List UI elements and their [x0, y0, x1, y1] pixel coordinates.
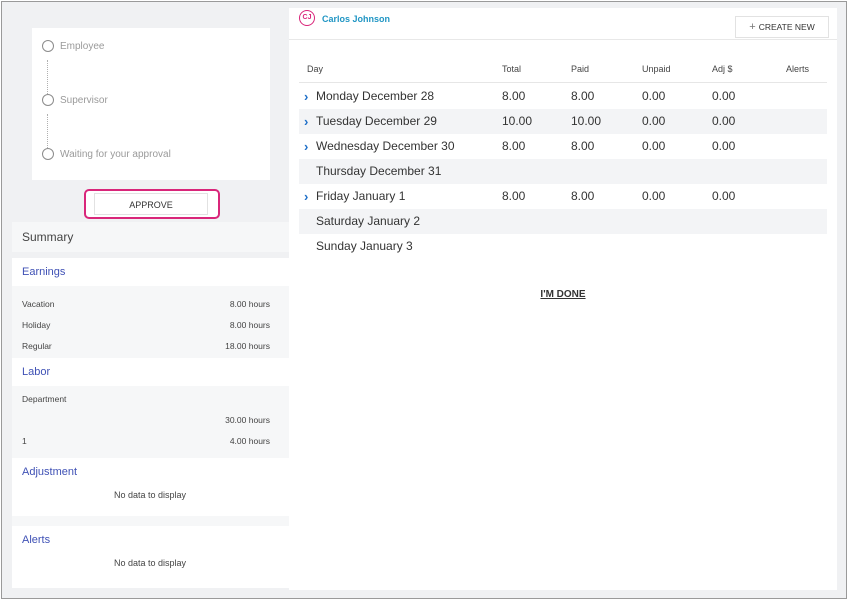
row-label: 1: [22, 436, 27, 446]
approve-highlight: APPROVE: [84, 189, 220, 219]
unpaid-cell: 0.00: [642, 89, 666, 103]
paid-cell: 8.00: [571, 189, 595, 203]
alerts-heading: Alerts: [12, 526, 290, 554]
table-row[interactable]: › Wednesday December 30 8.00 8.00 0.00 0.00: [299, 134, 827, 159]
row-value: 8.00 hours: [229, 320, 270, 330]
total-cell: 8.00: [502, 89, 526, 103]
unpaid-cell: 0.00: [642, 139, 666, 153]
row-value: 18.00 hours: [225, 341, 270, 351]
column-header-total[interactable]: Total: [502, 56, 521, 82]
column-header-day[interactable]: Day: [307, 56, 323, 82]
row-value: 30.00 hours: [225, 415, 270, 425]
plus-icon: +: [749, 21, 756, 33]
step-connector: [47, 60, 48, 98]
header-divider: [299, 82, 827, 83]
expand-chevron-icon[interactable]: ›: [304, 109, 308, 134]
timesheet-header: CJ Carlos Johnson + CREATE NEW: [289, 8, 837, 40]
day-cell: Thursday December 31: [316, 164, 442, 178]
adj-cell: 0.00: [712, 114, 736, 128]
step-connector: [47, 114, 48, 152]
create-new-label: CREATE NEW: [758, 22, 815, 32]
day-cell: Friday January 1: [316, 189, 406, 203]
summary-row: 1 4.00 hours: [12, 431, 290, 451]
column-header-paid[interactable]: Paid: [571, 56, 589, 82]
adjustment-heading: Adjustment: [12, 458, 290, 486]
row-label: Vacation: [22, 299, 55, 309]
table-row[interactable]: › Friday January 1 8.00 8.00 0.00 0.00: [299, 184, 827, 209]
step-label: Waiting for your approval: [60, 148, 171, 160]
employee-name[interactable]: Carlos Johnson: [322, 14, 390, 24]
day-cell: Monday December 28: [316, 89, 435, 103]
summary-panel: Summary Earnings Vacation 8.00 hours Hol…: [12, 222, 290, 598]
column-header-adj[interactable]: Adj $: [712, 56, 733, 82]
workflow-step-waiting: Waiting for your approval: [42, 148, 171, 160]
step-circle-icon: [42, 148, 54, 160]
table-row: Saturday January 2: [299, 209, 827, 234]
day-cell: Sunday January 3: [316, 239, 413, 253]
table-row: Sunday January 3: [299, 234, 827, 259]
row-label: Department: [22, 394, 67, 404]
total-cell: 8.00: [502, 189, 526, 203]
step-circle-icon: [42, 40, 54, 52]
create-new-button[interactable]: + CREATE NEW: [735, 16, 829, 38]
left-panel: Employee Supervisor Waiting for your app…: [12, 8, 290, 598]
table-row[interactable]: › Tuesday December 29 10.00 10.00 0.00 0.00: [299, 109, 827, 134]
alerts-body: No data to display: [12, 554, 290, 588]
step-label: Supervisor: [60, 94, 108, 106]
table-row[interactable]: › Monday December 28 8.00 8.00 0.00 0.00: [299, 84, 827, 109]
summary-row: Holiday 8.00 hours: [12, 315, 290, 335]
row-label: Regular: [22, 341, 52, 351]
expand-chevron-icon[interactable]: ›: [304, 84, 308, 109]
paid-cell: 8.00: [571, 139, 595, 153]
labor-body: Department 30.00 hours 1 4.00 hours: [12, 386, 290, 458]
unpaid-cell: 0.00: [642, 114, 666, 128]
day-cell: Tuesday December 29: [316, 114, 437, 128]
step-label: Employee: [60, 40, 105, 52]
empty-message: No data to display: [114, 558, 187, 568]
workflow-step-supervisor: Supervisor: [42, 94, 108, 106]
expand-chevron-icon[interactable]: ›: [304, 184, 308, 209]
row-value: 4.00 hours: [229, 436, 270, 446]
earnings-heading: Earnings: [12, 258, 290, 286]
table-row: Thursday December 31: [299, 159, 827, 184]
day-cell: Wednesday December 30: [316, 139, 455, 153]
summary-title: Summary: [12, 222, 290, 252]
avatar: CJ: [299, 10, 315, 26]
earnings-body: Vacation 8.00 hours Holiday 8.00 hours R…: [12, 286, 290, 358]
adj-cell: 0.00: [712, 89, 736, 103]
adjustment-body: No data to display: [12, 486, 290, 516]
summary-row: 30.00 hours: [12, 410, 290, 430]
day-cell: Saturday January 2: [316, 214, 421, 228]
empty-message: No data to display: [114, 490, 187, 500]
row-value: 8.00 hours: [229, 299, 270, 309]
summary-row: Department: [12, 389, 290, 409]
im-done-link[interactable]: I'M DONE: [289, 289, 837, 300]
paid-cell: 8.00: [571, 89, 595, 103]
column-header-unpaid[interactable]: Unpaid: [642, 56, 671, 82]
section-gap: [12, 516, 290, 526]
summary-row: Vacation 8.00 hours: [12, 294, 290, 314]
labor-heading: Labor: [12, 358, 290, 386]
timesheet-main: CJ Carlos Johnson + CREATE NEW Day Total …: [289, 8, 837, 590]
adj-cell: 0.00: [712, 139, 736, 153]
unpaid-cell: 0.00: [642, 189, 666, 203]
total-cell: 8.00: [502, 139, 526, 153]
column-header-alerts[interactable]: Alerts: [786, 56, 809, 82]
paid-cell: 10.00: [571, 114, 602, 128]
approval-workflow: Employee Supervisor Waiting for your app…: [32, 28, 270, 180]
summary-row: Regular 18.00 hours: [12, 336, 290, 356]
row-label: Holiday: [22, 320, 51, 330]
step-circle-icon: [42, 94, 54, 106]
workflow-step-employee: Employee: [42, 40, 104, 52]
total-cell: 10.00: [502, 114, 533, 128]
app-window: Employee Supervisor Waiting for your app…: [1, 1, 847, 599]
adj-cell: 0.00: [712, 189, 736, 203]
approve-button[interactable]: APPROVE: [94, 193, 208, 215]
expand-chevron-icon[interactable]: ›: [304, 134, 308, 159]
